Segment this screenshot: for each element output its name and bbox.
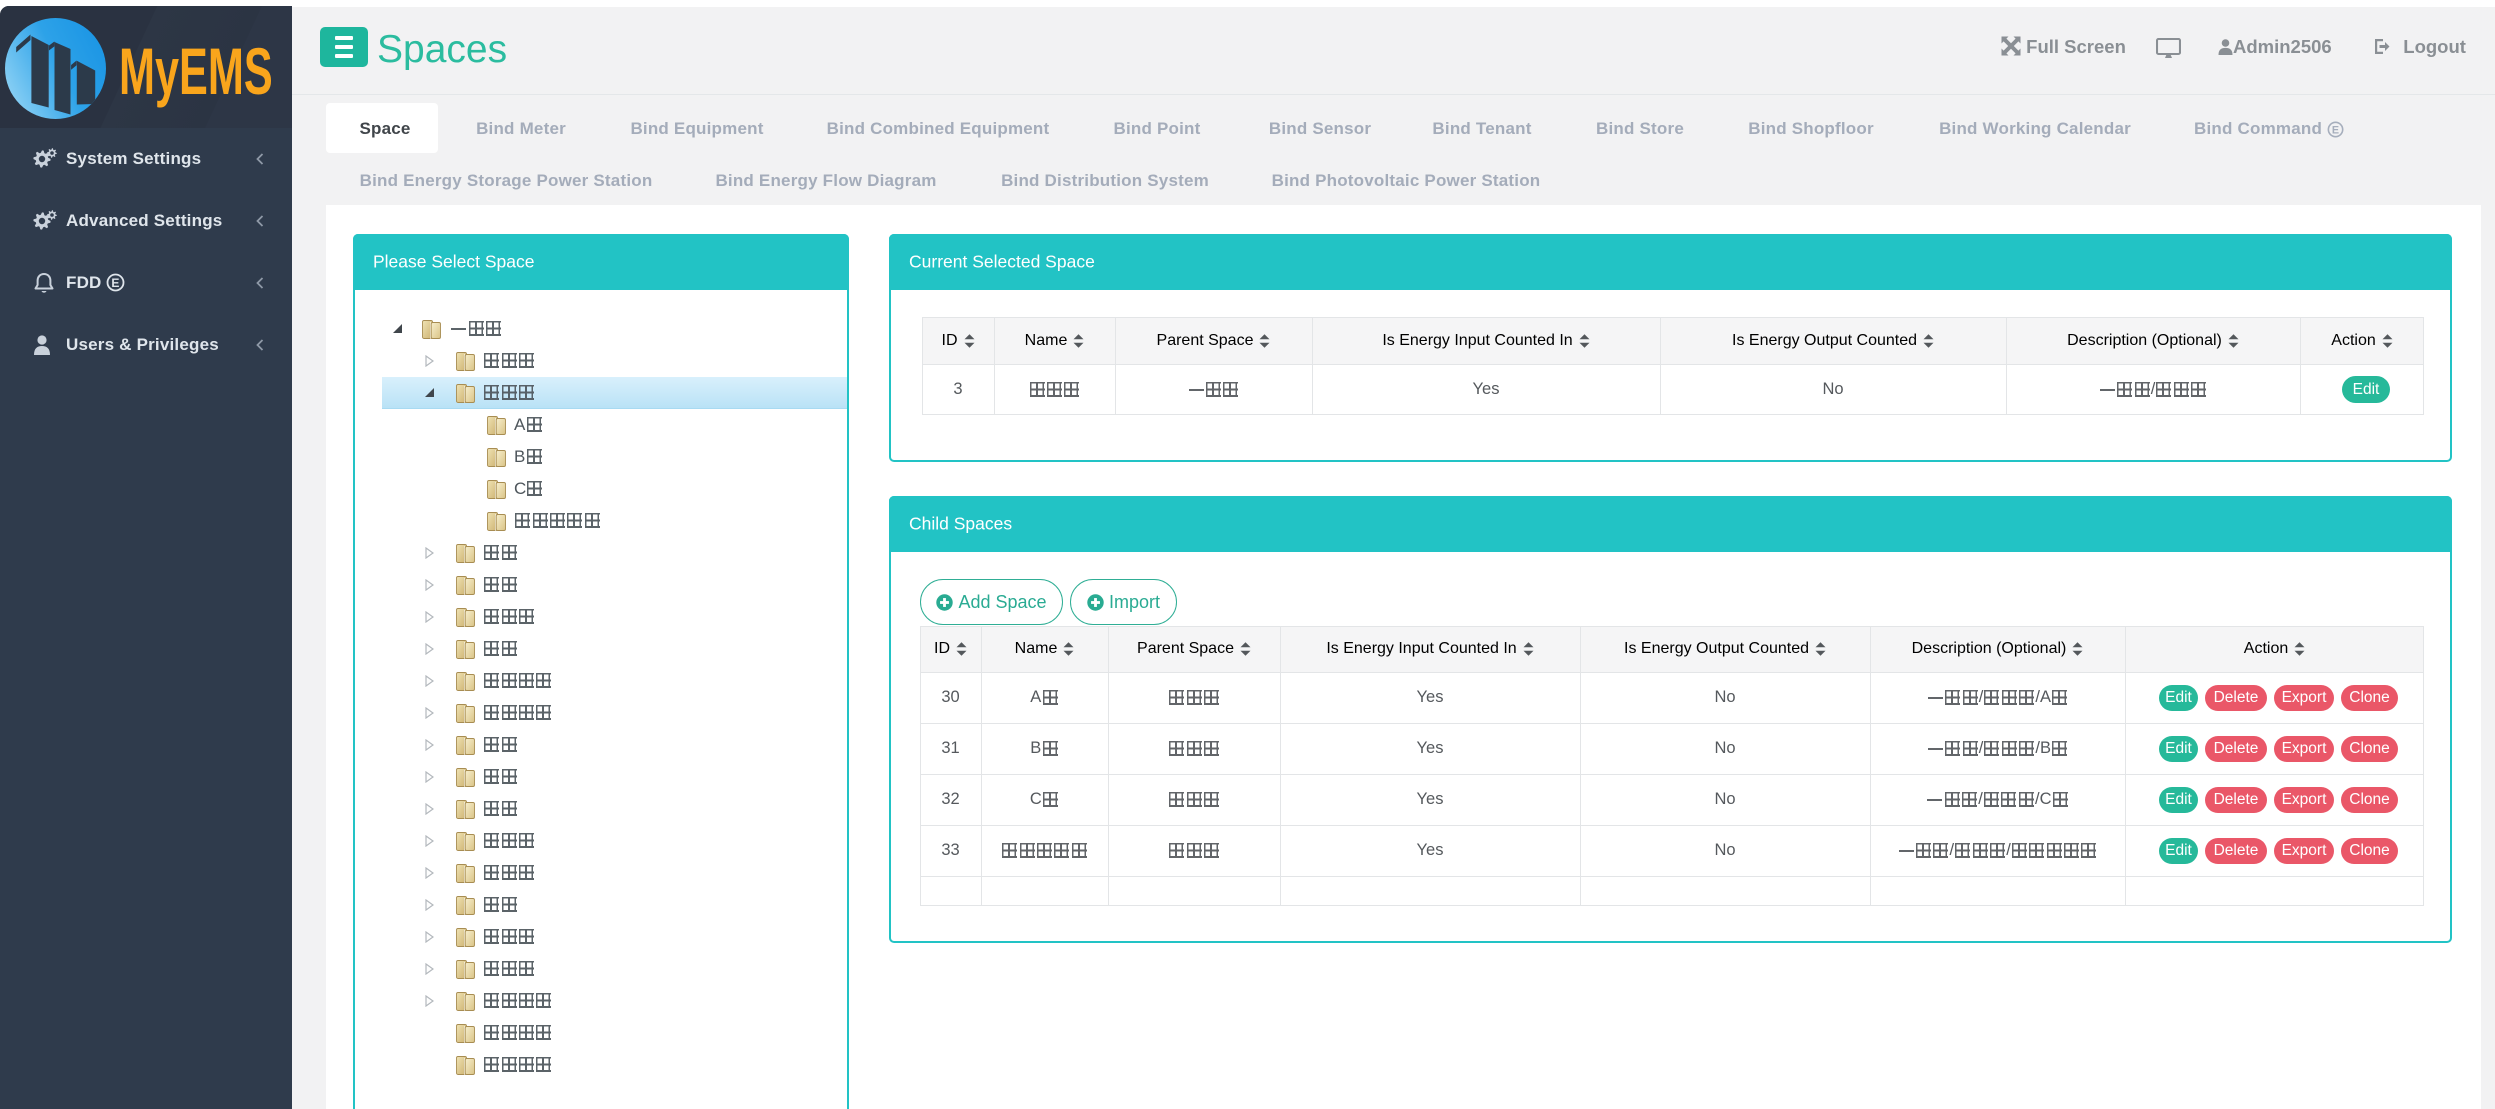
- svg-text:E: E: [2332, 125, 2339, 137]
- svg-text:E: E: [112, 276, 120, 290]
